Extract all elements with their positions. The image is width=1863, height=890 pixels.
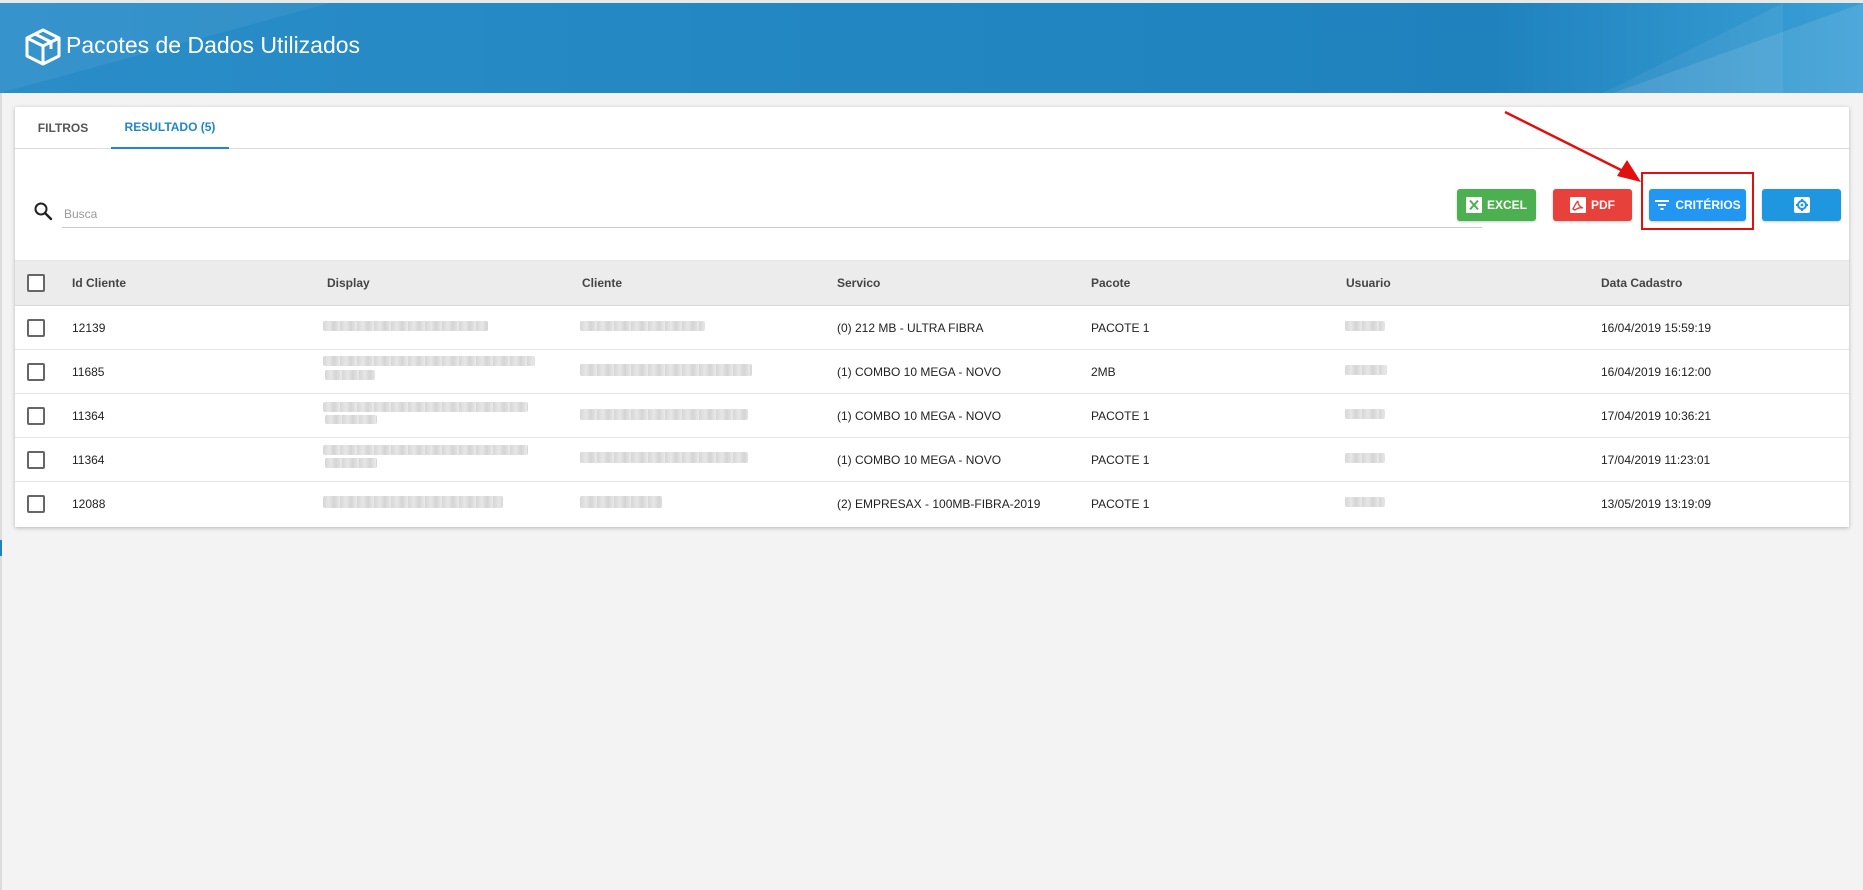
redacted-usuario	[1345, 497, 1385, 507]
cell-servico: (1) COMBO 10 MEGA - NOVO	[837, 452, 1002, 467]
cell-servico: (1) COMBO 10 MEGA - NOVO	[837, 408, 1002, 423]
cell-pacote: PACOTE 1	[1091, 408, 1150, 423]
column-header[interactable]: Id Cliente	[72, 261, 126, 305]
cell-pacote: PACOTE 1	[1091, 320, 1150, 335]
redacted-display	[323, 445, 528, 455]
redacted-display	[323, 402, 528, 412]
settings-button[interactable]	[1762, 189, 1841, 221]
row-checkbox[interactable]	[27, 450, 45, 469]
cell-data-cadastro: 17/04/2019 11:23:01	[1601, 452, 1711, 467]
cell-id-cliente: 11364	[72, 452, 105, 467]
cell-pacote: 2MB	[1091, 364, 1116, 379]
table-row[interactable]: 11685 (1) COMBO 10 MEGA - NOVO 2MB 16/04…	[15, 350, 1849, 394]
cell-servico: (1) COMBO 10 MEGA - NOVO	[837, 364, 1002, 379]
search-icon	[34, 202, 53, 221]
column-header[interactable]: Display	[327, 261, 370, 305]
search-input[interactable]	[62, 200, 1482, 228]
column-header[interactable]: Usuario	[1346, 261, 1391, 305]
cell-id-cliente: 12088	[72, 497, 106, 511]
cell-id-cliente: 11685	[72, 364, 105, 379]
cell-data-cadastro: 13/05/2019 13:19:09	[1601, 497, 1712, 511]
redacted-display	[323, 321, 488, 331]
highlight-box	[1641, 172, 1754, 230]
box-icon	[25, 28, 61, 66]
column-header[interactable]: Data Cadastro	[1601, 261, 1682, 305]
pdf-icon	[1570, 197, 1586, 213]
row-checkbox[interactable]	[27, 362, 45, 381]
column-header[interactable]: Pacote	[1091, 261, 1130, 305]
table-header: Id Cliente Display Cliente Servico Pacot…	[15, 260, 1849, 306]
cell-data-cadastro: 17/04/2019 10:36:21	[1601, 408, 1712, 423]
page-header: Pacotes de Dados Utilizados	[0, 3, 1863, 93]
annotation-arrow	[1504, 110, 1641, 182]
row-checkbox-cell	[27, 306, 47, 349]
row-checkbox-cell	[27, 438, 47, 481]
select-all-cell	[27, 261, 47, 305]
table-row[interactable]: 12088 (2) EMPRESAX - 100MB-FIBRA-2019 PA…	[15, 482, 1849, 526]
pdf-label: PDF	[1591, 198, 1615, 212]
redacted-cliente	[580, 364, 752, 376]
cell-id-cliente: 11364	[72, 408, 105, 423]
cell-data-cadastro: 16/04/2019 15:59:19	[1601, 320, 1712, 335]
redacted-display	[323, 496, 503, 508]
row-checkbox[interactable]	[27, 495, 45, 513]
cell-pacote: PACOTE 1	[1091, 452, 1150, 467]
column-header[interactable]: Servico	[837, 261, 880, 305]
excel-label: EXCEL	[1486, 198, 1527, 212]
cell-id-cliente: 12139	[72, 320, 106, 335]
redacted-display	[323, 356, 535, 366]
excel-export-button[interactable]: EXCEL	[1457, 189, 1536, 221]
redacted-cliente	[580, 321, 705, 331]
redacted-cliente	[580, 409, 748, 420]
redacted-display	[325, 415, 377, 424]
left-accent	[0, 540, 2, 556]
results-table: Id Cliente Display Cliente Servico Pacot…	[15, 260, 1849, 526]
page-title: Pacotes de Dados Utilizados	[66, 32, 361, 58]
row-checkbox-cell	[27, 482, 47, 526]
redacted-cliente	[580, 496, 662, 508]
row-checkbox[interactable]	[27, 318, 45, 337]
redacted-usuario	[1345, 321, 1385, 331]
cell-data-cadastro: 16/04/2019 16:12:00	[1601, 364, 1712, 379]
redacted-usuario	[1345, 453, 1385, 463]
redacted-display	[325, 458, 377, 468]
header-decoration	[1613, 3, 1863, 93]
redacted-usuario	[1345, 365, 1387, 375]
cell-servico: (0) 212 MB - ULTRA FIBRA	[837, 320, 984, 335]
row-checkbox-cell	[27, 394, 47, 437]
cell-servico: (2) EMPRESAX - 100MB-FIBRA-2019	[837, 497, 1041, 511]
pdf-export-button[interactable]: PDF	[1553, 189, 1632, 221]
row-checkbox[interactable]	[27, 406, 45, 425]
table-row[interactable]: 11364 (1) COMBO 10 MEGA - NOVO PACOTE 1 …	[15, 394, 1849, 438]
row-checkbox-cell	[27, 350, 47, 393]
tab-filtros[interactable]: FILTROS	[15, 107, 111, 149]
table-row[interactable]: 12139 (0) 212 MB - ULTRA FIBRA PACOTE 1 …	[15, 306, 1849, 350]
cell-pacote: PACOTE 1	[1091, 497, 1150, 511]
select-all-checkbox[interactable]	[27, 274, 45, 292]
settings-icon	[1793, 197, 1810, 213]
column-header[interactable]: Cliente	[582, 261, 622, 305]
redacted-usuario	[1345, 409, 1385, 419]
table-row[interactable]: 11364 (1) COMBO 10 MEGA - NOVO PACOTE 1 …	[15, 438, 1849, 482]
redacted-display	[325, 370, 375, 380]
left-edge	[0, 93, 2, 890]
redacted-cliente	[580, 452, 748, 463]
tab-resultado[interactable]: RESULTADO (5)	[111, 107, 229, 149]
excel-icon	[1465, 197, 1482, 213]
